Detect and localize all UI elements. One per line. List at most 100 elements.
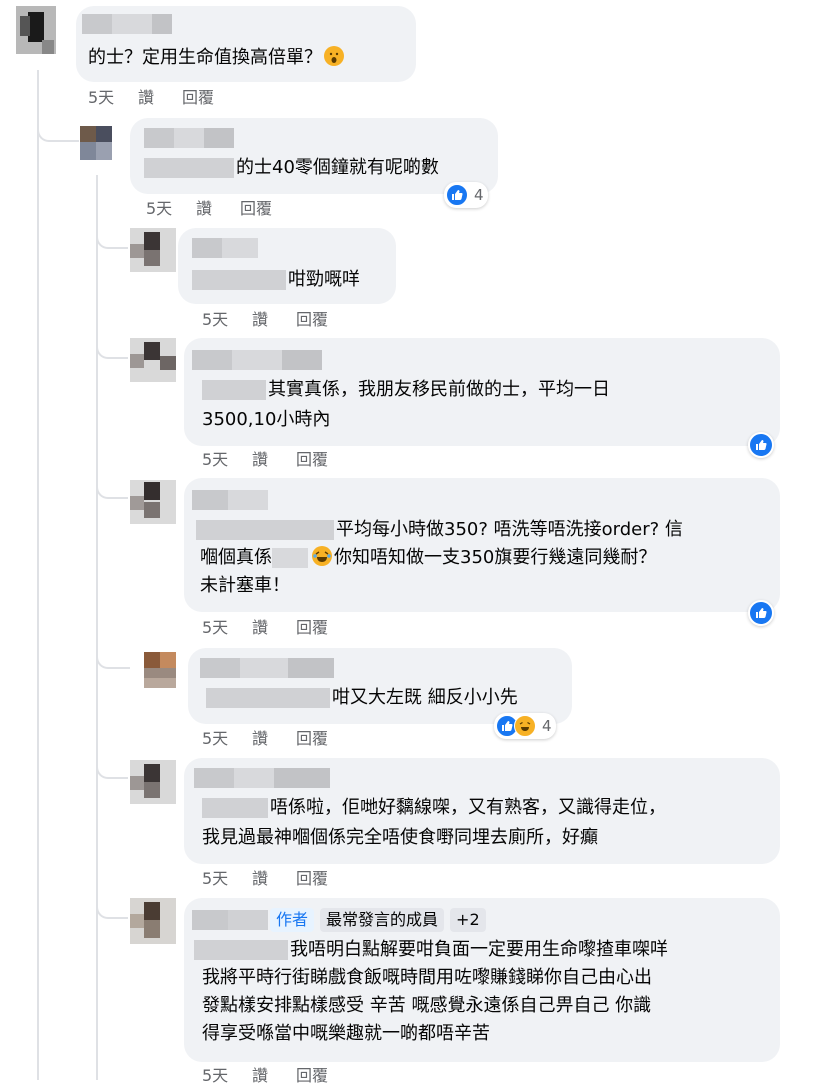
comment-text-line1: 其實真係，我朋友移民前做的士，平均一日	[268, 379, 610, 400]
comment-text-line2a: 嗰個真係	[200, 547, 272, 568]
blurred-mention	[206, 688, 330, 708]
comment-bubble[interactable]: 咁勁嘅咩	[178, 228, 396, 304]
reply-button[interactable]: 回覆	[296, 1066, 328, 1086]
reply-button[interactable]: 回覆	[296, 618, 328, 638]
reaction-count: 4	[474, 186, 484, 204]
thread-elbow	[96, 335, 128, 359]
comment-text-line1: 平均每小時做350? 唔洗等唔洗接order? 信	[336, 519, 683, 540]
blurred-author-name	[192, 910, 268, 930]
avatar[interactable]	[130, 228, 176, 272]
thumbs-up-icon	[446, 184, 468, 206]
thread-line-nested	[96, 175, 98, 1080]
thumbs-up-icon[interactable]	[748, 432, 774, 458]
reply-button[interactable]: 回覆	[296, 869, 328, 889]
comment-text-line3: 未計塞車！	[200, 575, 290, 596]
blurred-mention	[272, 548, 308, 568]
avatar[interactable]	[130, 898, 176, 944]
timestamp[interactable]: 5天	[202, 729, 252, 749]
blurred-mention	[144, 158, 234, 178]
thread-elbow	[96, 475, 128, 499]
thread-elbow	[96, 225, 128, 249]
blurred-author-name	[200, 658, 334, 678]
blurred-author-name	[144, 128, 234, 148]
timestamp[interactable]: 5天	[202, 310, 252, 330]
timestamp[interactable]: 5天	[88, 88, 138, 108]
timestamp[interactable]: 5天	[202, 450, 252, 470]
like-button[interactable]: 讚	[252, 1066, 296, 1086]
reaction-summary[interactable]: 4	[494, 713, 556, 739]
comment-actions: 5天 讚 回覆	[88, 88, 214, 108]
comment-text-line1: 唔係啦，佢哋好黐線㗎，又有熟客，又識得走位，	[270, 797, 666, 818]
top-contributor-badge: 最常發言的成員	[320, 908, 445, 932]
blurred-author-name	[192, 350, 322, 370]
thumbs-up-icon[interactable]	[748, 600, 774, 626]
laughing-face-icon	[514, 715, 536, 737]
blurred-mention	[202, 798, 268, 818]
like-button[interactable]: 讚	[252, 450, 296, 470]
thread-elbow	[96, 755, 128, 779]
like-button[interactable]: 讚	[252, 618, 296, 638]
reply-button[interactable]: 回覆	[296, 729, 328, 749]
thread-line-main	[37, 70, 39, 1080]
comment-bubble[interactable]: 其實真係，我朋友移民前做的士，平均一日 3500,10小時內	[184, 338, 780, 446]
yawning-face-icon	[324, 46, 344, 66]
comment-text-line2: 我見過最神嗰個係完全唔使食嘢同埋去廁所，好癲	[202, 827, 598, 848]
reply-button[interactable]: 回覆	[182, 88, 214, 108]
comment-actions: 5天 讚 回覆	[202, 1066, 328, 1086]
thread-elbow	[96, 645, 130, 669]
blurred-mention	[192, 270, 286, 290]
comment-text-line3: 發點樣安排點樣感受 辛苦 嘅感覺永遠係自己畀自己 你識	[202, 995, 652, 1016]
reaction-summary[interactable]: 4	[444, 182, 488, 208]
comment-text: 的士40零個鐘就有呢啲數	[236, 157, 439, 178]
like-button[interactable]: 讚	[252, 310, 296, 330]
avatar[interactable]	[130, 480, 176, 524]
avatar[interactable]	[130, 760, 176, 804]
comment-text-line1: 我唔明白點解要咁負面一定要用生命嚟揸車㗎咩	[290, 939, 668, 960]
comment-actions: 5天 讚 回覆	[202, 450, 328, 470]
blurred-mention	[194, 940, 288, 960]
comment-text-line2: 我將平時行街睇戲食飯嘅時間用咗嚟賺錢睇你自己由心出	[202, 967, 652, 988]
reply-button[interactable]: 回覆	[296, 310, 328, 330]
comment-actions: 5天 讚 回覆	[146, 199, 272, 219]
comment-actions: 5天 讚 回覆	[202, 729, 328, 749]
timestamp[interactable]: 5天	[146, 199, 196, 219]
comment-actions: 5天 讚 回覆	[202, 310, 328, 330]
comment-bubble[interactable]: 作者 最常發言的成員 +2 我唔明白點解要咁負面一定要用生命嚟揸車㗎咩 我將平時行街…	[184, 898, 780, 1062]
reaction-count: 4	[542, 717, 552, 735]
avatar[interactable]	[144, 652, 176, 688]
like-button[interactable]: 讚	[252, 729, 296, 749]
comment-text-line4: 得享受喺當中嘅樂趣就一啲都唔辛苦	[202, 1023, 490, 1044]
blurred-mention	[202, 380, 266, 400]
avatar[interactable]	[16, 6, 56, 54]
reply-button[interactable]: 回覆	[240, 199, 272, 219]
blurred-mention	[196, 520, 334, 540]
avatar[interactable]	[130, 338, 176, 382]
comment-text: 的士？定用生命值換高倍單？	[88, 47, 322, 68]
blurred-author-name	[192, 490, 268, 510]
comment-bubble[interactable]: 唔係啦，佢哋好黐線㗎，又有熟客，又識得走位， 我見過最神嗰個係完全唔使食嘢同埋去…	[184, 758, 780, 864]
like-button[interactable]: 讚	[196, 199, 240, 219]
comment-bubble[interactable]: 的士40零個鐘就有呢啲數	[130, 118, 498, 194]
blurred-author-name	[192, 238, 258, 258]
comment-text: 咁勁嘅咩	[288, 269, 360, 290]
timestamp[interactable]: 5天	[202, 869, 252, 889]
laughing-face-icon	[312, 546, 332, 566]
thread-elbow	[96, 895, 128, 919]
thread-elbow	[37, 112, 79, 142]
timestamp[interactable]: 5天	[202, 618, 252, 638]
comment-text-line2: 3500,10小時內	[202, 409, 331, 430]
comment-bubble[interactable]: 平均每小時做350? 唔洗等唔洗接order? 信 嗰個真係 你知唔知做一支350…	[184, 478, 780, 612]
author-badge: 作者	[270, 908, 315, 932]
comment-actions: 5天 讚 回覆	[202, 869, 328, 889]
more-badges[interactable]: +2	[450, 908, 486, 932]
comment-bubble[interactable]: 的士？定用生命值換高倍單？	[76, 6, 416, 82]
comment-actions: 5天 讚 回覆	[202, 618, 328, 638]
comment-text: 咁又大左既 細反小小先	[332, 687, 518, 708]
blurred-author-name	[194, 768, 330, 788]
comment-text-line2b: 你知唔知做一支350旗要行幾遠同幾耐？	[334, 547, 657, 568]
reply-button[interactable]: 回覆	[296, 450, 328, 470]
like-button[interactable]: 讚	[252, 869, 296, 889]
timestamp[interactable]: 5天	[202, 1066, 252, 1086]
avatar[interactable]	[80, 126, 112, 160]
like-button[interactable]: 讚	[138, 88, 182, 108]
